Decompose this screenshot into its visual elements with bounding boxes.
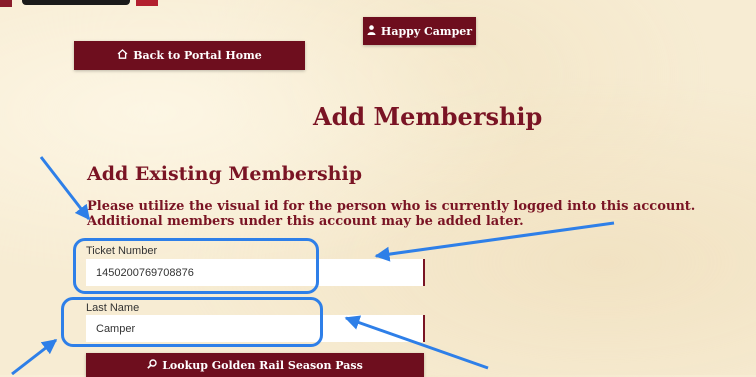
logo-part (136, 0, 158, 6)
page-title: Add Membership (313, 102, 543, 131)
logo-part (0, 0, 12, 7)
home-icon (117, 49, 128, 62)
back-to-portal-button[interactable]: Back to Portal Home (74, 41, 305, 70)
lookup-season-pass-label: Lookup Golden Rail Season Pass (162, 358, 363, 372)
user-account-button[interactable]: Happy Camper (363, 17, 476, 45)
user-name-label: Happy Camper (380, 24, 473, 38)
site-logo-fragment (0, 0, 160, 14)
lookup-season-pass-button[interactable]: Lookup Golden Rail Season Pass (86, 353, 424, 377)
ticket-number-input[interactable] (86, 259, 425, 286)
last-name-label: Last Name (86, 302, 140, 314)
section-title: Add Existing Membership (87, 163, 362, 185)
instructions-text: Please utilize the visual id for the per… (87, 199, 696, 229)
last-name-input[interactable] (86, 315, 425, 342)
user-icon (367, 24, 376, 38)
ticket-number-label: Ticket Number (86, 245, 158, 257)
search-icon (147, 358, 157, 372)
logo-part (22, 0, 130, 5)
back-to-portal-label: Back to Portal Home (133, 49, 262, 62)
arrow-to-last-name-field (11, 338, 58, 375)
arrow-to-instructions (39, 156, 91, 221)
